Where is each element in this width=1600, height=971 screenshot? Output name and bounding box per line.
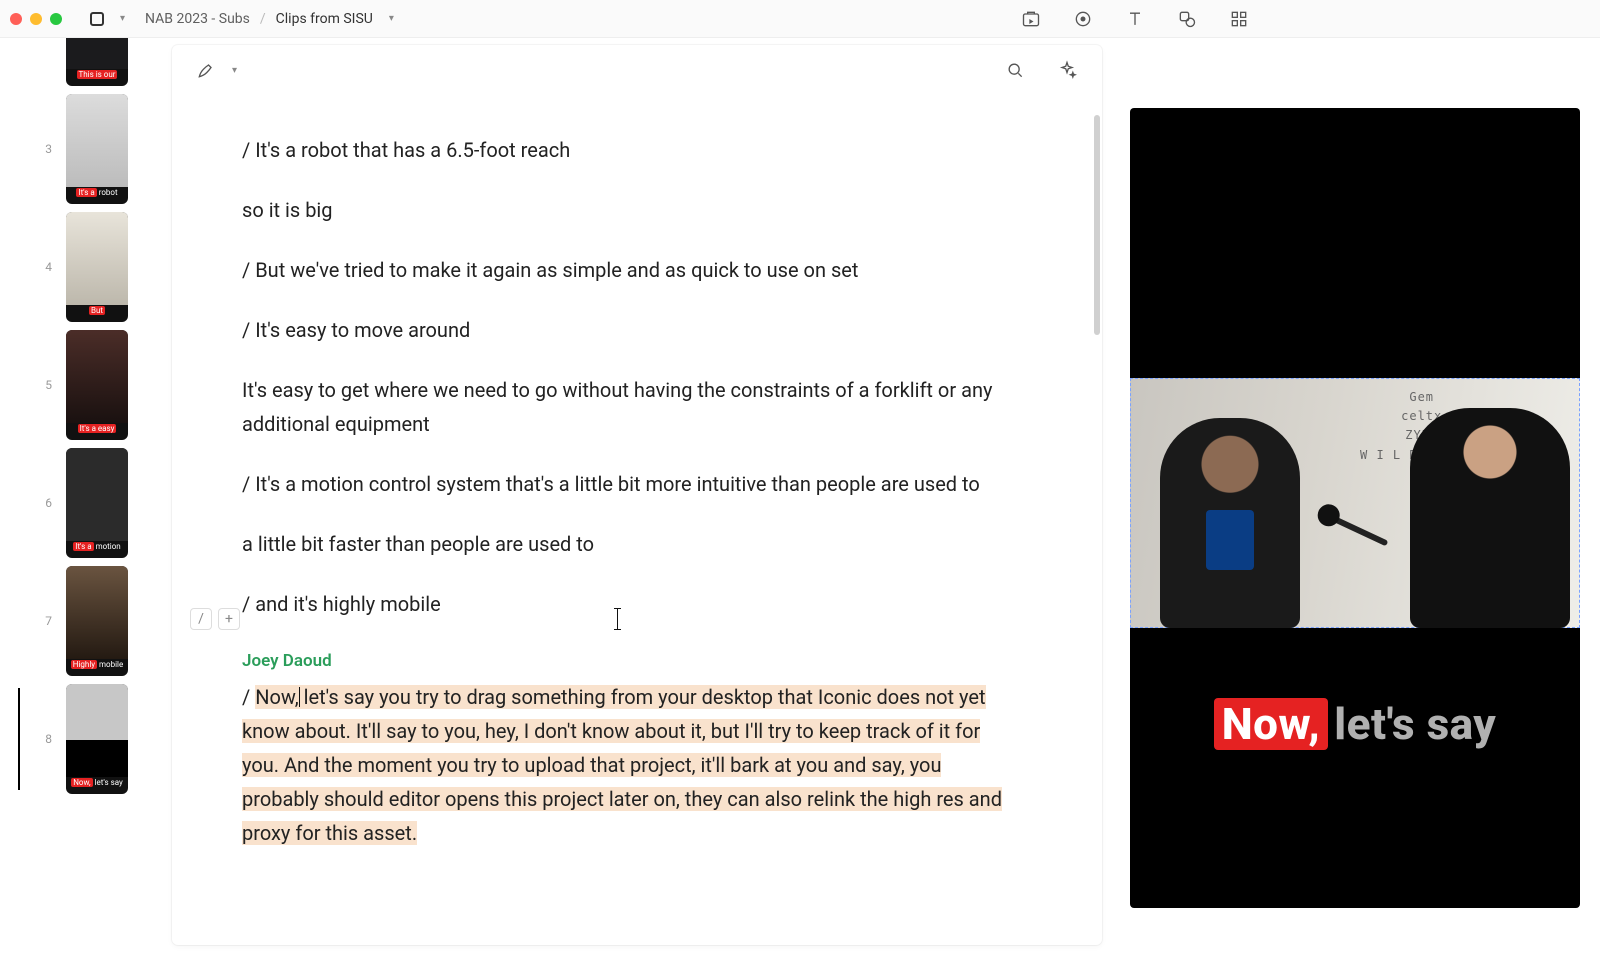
sparkle-icon[interactable]: [1056, 59, 1078, 81]
breadcrumb-project[interactable]: NAB 2023 - Subs: [145, 11, 250, 27]
video-frame: Gem celtx ZYPE W I L D M O K A: [1130, 378, 1580, 628]
scrollbar[interactable]: [1094, 115, 1100, 335]
minimize-window[interactable]: [30, 13, 42, 25]
interviewer-figure: [1410, 408, 1570, 628]
subtitle-highlight: Now,: [1214, 698, 1329, 750]
search-icon[interactable]: [1004, 59, 1026, 81]
line-gutter-controls: / +: [190, 608, 240, 630]
interviewee-figure: [1160, 418, 1300, 628]
record-icon[interactable]: [1072, 8, 1094, 30]
transcript-toolbar: ▾: [172, 45, 1102, 93]
transcript-line[interactable]: so it is big: [242, 193, 1002, 227]
thumbnail-item[interactable]: 7 Highly mobile: [0, 562, 150, 680]
transcript-panel: ▾ / It's a robot that has a 6.5-foot rea…: [172, 45, 1102, 945]
transcript-line[interactable]: / It's a motion control system that's a …: [242, 467, 1002, 501]
microphone-icon: [1332, 516, 1389, 547]
zoom-window[interactable]: [50, 13, 62, 25]
clip-thumbnails: This is our 3 It's a robot 4 But 5 It's …: [0, 38, 150, 971]
clip-marker: /: [242, 685, 255, 709]
close-window[interactable]: [10, 13, 22, 25]
chevron-down-icon[interactable]: ▾: [232, 65, 237, 76]
transcript-line-highlighted[interactable]: / Now, let's say you try to drag somethi…: [242, 680, 1002, 850]
video-preview[interactable]: Gem celtx ZYPE W I L D M O K A Now,let's…: [1130, 108, 1580, 908]
titlebar: ▾ NAB 2023 - Subs / Clips from SISU ▾: [0, 0, 1600, 38]
transcript-line[interactable]: / It's a robot that has a 6.5-foot reach: [242, 133, 1002, 167]
chevron-down-icon: ▾: [120, 13, 125, 24]
thumbnail-index: 3: [38, 142, 52, 156]
transcript-body[interactable]: / It's a robot that has a 6.5-foot reach…: [172, 93, 1072, 916]
thumbnail-item[interactable]: 4 But: [0, 208, 150, 326]
thumbnail-item[interactable]: This is our: [0, 38, 150, 90]
thumbnail-index: 8: [38, 732, 52, 746]
video-subtitle: Now,let's say: [1130, 698, 1580, 750]
transcript-line[interactable]: / It's easy to move around: [242, 313, 1002, 347]
text-cursor-icon: [617, 609, 618, 629]
thumbnail-index: 4: [38, 260, 52, 274]
speaker-label[interactable]: Joey Daoud: [242, 647, 1002, 676]
split-clip-button[interactable]: /: [190, 608, 212, 630]
add-block-button[interactable]: +: [218, 608, 240, 630]
breadcrumb-sep: /: [260, 11, 266, 27]
thumbnail-item[interactable]: 3 It's a robot: [0, 90, 150, 208]
top-toolbar: [1020, 8, 1250, 30]
thumbnail-item[interactable]: 8 Now, let's say: [0, 680, 150, 798]
transcript-line[interactable]: It's easy to get where we need to go wit…: [242, 373, 1002, 441]
breadcrumb-clip[interactable]: Clips from SISU: [276, 11, 373, 27]
media-icon[interactable]: [1020, 8, 1042, 30]
window-controls: [10, 13, 62, 25]
thumbnail-item[interactable]: 5 It's a easy: [0, 326, 150, 444]
transcript-line[interactable]: / But we've tried to make it again as si…: [242, 253, 1002, 287]
shapes-icon[interactable]: [1176, 8, 1198, 30]
grid-icon[interactable]: [1228, 8, 1250, 30]
highlighted-word[interactable]: Now,: [255, 685, 298, 709]
chevron-down-icon[interactable]: ▾: [389, 13, 394, 24]
highlighted-text[interactable]: let's say you try to drag something from…: [242, 685, 1002, 845]
text-icon[interactable]: [1124, 8, 1146, 30]
transcript-line[interactable]: / and it's highly mobile: [242, 587, 1002, 621]
subtitle-rest: let's say: [1334, 698, 1496, 750]
breadcrumb: NAB 2023 - Subs / Clips from SISU ▾: [145, 11, 394, 27]
thumbnail-index: 5: [38, 378, 52, 392]
thumbnail-index: 6: [38, 496, 52, 510]
thumbnail-index: 7: [38, 614, 52, 628]
transcript-line[interactable]: a little bit faster than people are used…: [242, 527, 1002, 561]
edit-mode-icon[interactable]: [196, 60, 216, 80]
app-menu[interactable]: [86, 8, 108, 30]
thumbnail-item[interactable]: 6 It's a motion: [0, 444, 150, 562]
